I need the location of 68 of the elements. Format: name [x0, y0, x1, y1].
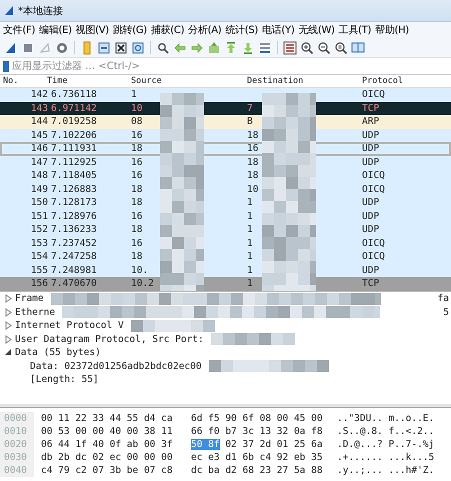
ascii-text: .y..;... ...h#'Z.	[337, 465, 436, 476]
detail-item: fa	[438, 293, 449, 304]
expand-icon[interactable]	[4, 294, 12, 304]
collapse-icon[interactable]	[4, 348, 12, 358]
menu-item[interactable]: 工具(T)	[336, 23, 374, 37]
expand-icon[interactable]	[4, 321, 12, 330]
detail-item[interactable]: User Datagram Protocol, Src Port:	[15, 334, 204, 345]
detail-item[interactable]: Internet Protocol V	[15, 320, 124, 332]
hex-bytes[interactable]: 6d f5 90 6f 08 00 45 00	[191, 413, 323, 424]
bookmark-icon	[3, 60, 9, 72]
menu-item[interactable]: 跳转(G)	[110, 23, 149, 37]
hex-bytes[interactable]: c4 79 c2 07 3b be 07 c8	[41, 465, 173, 476]
detail-item: 5	[443, 306, 449, 318]
menu-item[interactable]: 捕获(C)	[148, 23, 186, 37]
column-header[interactable]: No.	[0, 76, 44, 86]
forward-icon[interactable]	[190, 40, 204, 54]
menu-item[interactable]: 帮助(H)	[373, 23, 411, 37]
expand-icon[interactable]	[4, 308, 12, 317]
hex-bytes[interactable]: 00 53 00 00 40 00 38 11	[41, 426, 173, 437]
autoscroll-icon[interactable]	[258, 40, 272, 54]
detail-item[interactable]: Data (55 bytes)	[15, 347, 101, 358]
window-title: *本地连接	[18, 4, 63, 18]
zoom-reset-icon[interactable]	[334, 40, 348, 54]
offset-label: 0020	[0, 438, 34, 451]
expand-icon[interactable]	[4, 334, 12, 344]
menu-item[interactable]: 统计(S)	[223, 23, 260, 37]
detail-item[interactable]: Etherne	[15, 306, 56, 318]
ascii-text: .D.@...? P..7-.%j	[337, 439, 436, 450]
hex-bytes[interactable]: 02 37 2d 01 25 6a	[220, 439, 323, 450]
menu-item[interactable]: 分析(A)	[186, 23, 224, 37]
menu-item[interactable]: 文件(F)	[1, 23, 38, 37]
zoom-in-icon[interactable]	[300, 40, 314, 54]
shark-fin-icon	[4, 5, 14, 16]
column-header[interactable]: Source	[128, 76, 244, 86]
column-header[interactable]: Destination	[244, 76, 359, 86]
column-header[interactable]: Protocol	[359, 76, 451, 86]
ascii-text: .."3DU.. m..o..E.	[337, 413, 436, 424]
offset-label: 0010	[0, 425, 34, 438]
zoom-out-icon[interactable]	[317, 40, 331, 54]
hex-bytes[interactable]: dc ba d2 68 23 27 5a 88	[191, 465, 323, 476]
detail-item[interactable]: Frame	[15, 293, 44, 304]
first-packet-icon[interactable]	[224, 40, 238, 54]
menu-item[interactable]: 无线(W)	[296, 23, 337, 37]
close-icon[interactable]	[114, 40, 128, 54]
last-packet-icon[interactable]	[241, 40, 255, 54]
search-icon[interactable]	[156, 40, 170, 54]
menu-item[interactable]: 编辑(E)	[37, 23, 74, 37]
hex-bytes[interactable]: 06 44 1f 40 0f ab 00 3f	[41, 439, 173, 450]
save-icon[interactable]	[97, 40, 111, 54]
ascii-text: .+...... ...k...5	[337, 452, 436, 463]
column-header[interactable]: Time	[44, 76, 128, 86]
options-icon[interactable]	[55, 40, 69, 54]
offset-label: 0030	[0, 451, 34, 464]
offset-label: 0000	[0, 412, 34, 425]
offset-label: 0040	[0, 464, 34, 477]
hex-bytes[interactable]: 66 f0 b7 3c 13 32 0a f8	[191, 426, 323, 437]
colorize-icon[interactable]	[283, 40, 297, 54]
hex-bytes[interactable]: db 2b dc 02 ec 00 00 00	[41, 452, 173, 463]
detail-item[interactable]: Data: 02372d01256adb2bdc02ec00	[30, 360, 202, 372]
menu-item[interactable]: 电话(Y)	[260, 23, 296, 37]
hex-bytes[interactable]: ec e3 d1 6b c4 92 eb 35	[191, 452, 323, 463]
hex-bytes[interactable]: 00 11 22 33 44 55 d4 ca	[41, 413, 173, 424]
restart-icon[interactable]	[38, 40, 52, 54]
shark-fin-icon[interactable]	[4, 40, 18, 54]
detail-item[interactable]: [Length: 55]	[30, 374, 99, 386]
menu-item[interactable]: 视图(V)	[74, 23, 111, 37]
resize-columns-icon[interactable]	[351, 40, 365, 54]
ascii-text: .S..@.8. f..<.2..	[337, 426, 436, 437]
